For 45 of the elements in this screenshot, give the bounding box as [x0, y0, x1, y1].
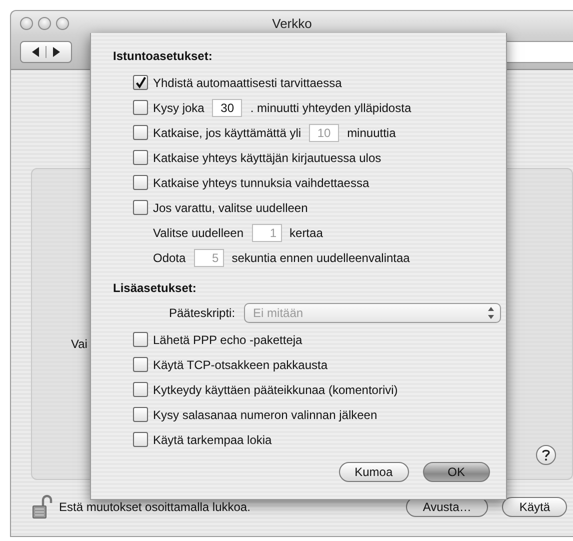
- checkbox[interactable]: [133, 200, 148, 215]
- number-field[interactable]: 30: [212, 98, 242, 116]
- lock-hint: Estä muutokset osoittamalla lukkoa.: [59, 500, 250, 514]
- option-label: Kysy salasanaa numeron valinnan jälkeen: [153, 408, 378, 422]
- option-label: Katkaise yhteys tunnuksia vaihdettaessa: [153, 176, 370, 190]
- popup-label: Pääteskripti:: [169, 306, 236, 320]
- option-label: Katkaise yhteys käyttäjän kirjautuessa ulos: [153, 150, 382, 164]
- checkbox[interactable]: [133, 357, 148, 372]
- checkbox[interactable]: [133, 100, 148, 115]
- window-control-icon[interactable]: [38, 16, 51, 30]
- cancel-button[interactable]: Kumoa: [338, 462, 409, 482]
- field-label: Vai: [71, 337, 88, 351]
- option-label: Käytä tarkempaa lokia: [153, 432, 272, 446]
- option-label: Yhdistä automaattisesti tarvittaessa: [153, 76, 342, 90]
- option-label: . minuutti yhteyden ylläpidosta: [250, 100, 412, 114]
- window-title: Verkko: [272, 16, 312, 30]
- section-heading: Lisäasetukset:: [113, 281, 198, 295]
- ok-button[interactable]: OK: [422, 462, 490, 482]
- option-label: Kysy joka: [153, 100, 204, 114]
- option-label: minuuttia: [347, 126, 396, 140]
- option-label: Lähetä PPP echo -paketteja: [153, 332, 302, 346]
- option-label: Kytkeydy käyttäen pääteikkunaa (komentorivi): [153, 382, 398, 396]
- help-button[interactable]: [536, 445, 556, 465]
- checkbox[interactable]: [133, 332, 148, 347]
- option-label: sekuntia ennen uudelleenvalintaa: [232, 250, 410, 264]
- window-control-icon[interactable]: [56, 16, 69, 30]
- help-icon: [541, 449, 551, 461]
- section-heading: Istuntoasetukset:: [113, 49, 214, 63]
- checkbox[interactable]: [133, 75, 148, 90]
- stepper-arrows-icon: [487, 306, 496, 320]
- lock-icon[interactable]: [31, 494, 53, 520]
- push-button[interactable]: Käytä: [502, 497, 567, 517]
- option-label: kertaa: [290, 226, 323, 240]
- checkbox[interactable]: [133, 175, 148, 190]
- checkbox[interactable]: [133, 407, 148, 422]
- option-label: Katkaise, jos käyttämättä yli: [153, 126, 302, 140]
- checkbox[interactable]: [133, 432, 148, 447]
- option-label: Jos varattu, valitse uudelleen: [153, 200, 308, 214]
- back-forward-control[interactable]: [20, 41, 72, 63]
- option-label: Käytä TCP-otsakkeen pakkausta: [153, 358, 328, 372]
- option-label: Odota: [153, 250, 186, 264]
- window-control-icon[interactable]: [20, 16, 33, 30]
- checkbox[interactable]: [133, 382, 148, 397]
- option-label: Valitse uudelleen: [153, 226, 244, 240]
- checkbox[interactable]: [133, 150, 148, 165]
